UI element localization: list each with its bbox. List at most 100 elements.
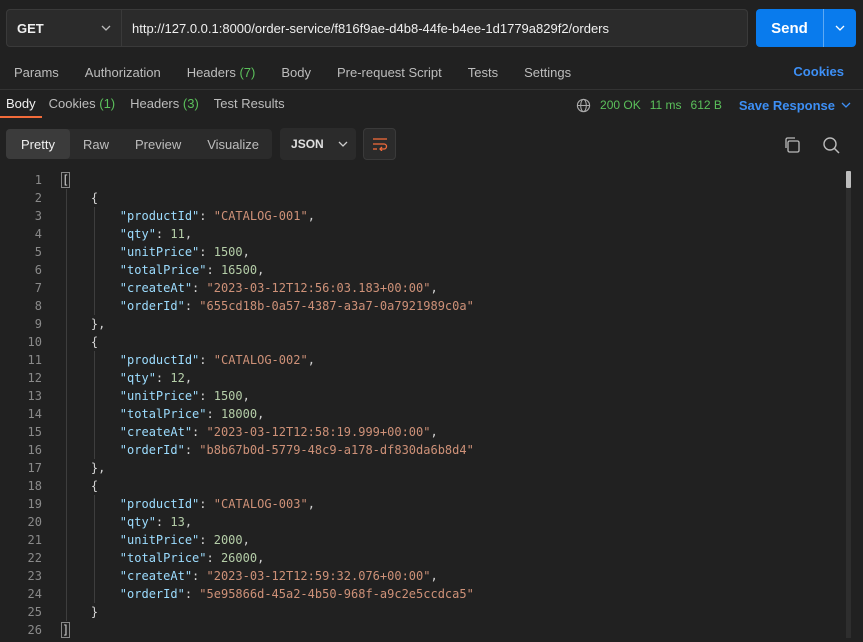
json-colon: :	[155, 227, 171, 241]
code-text: "createAt": "2023-03-12T12:58:19.999+00:…	[62, 423, 438, 441]
json-brace: },	[90, 317, 106, 331]
tab-settings[interactable]: Settings	[510, 65, 583, 80]
json-key: "orderId"	[119, 587, 185, 601]
json-colon: :	[192, 281, 207, 295]
view-pretty-button[interactable]: Pretty	[6, 129, 70, 159]
json-comma: ,	[184, 515, 193, 529]
json-colon: :	[199, 245, 214, 259]
view-preview-button[interactable]: Preview	[122, 129, 194, 159]
search-icon[interactable]	[821, 135, 841, 155]
tab-label: Authorization	[84, 64, 161, 80]
json-key: "unitPrice"	[119, 245, 200, 259]
line-number: 24	[27, 587, 42, 601]
response-time[interactable]: 11 ms	[650, 98, 682, 112]
line-number: 8	[34, 299, 42, 313]
code-line: 6 "totalPrice": 16500,	[0, 261, 840, 279]
line-number: 15	[27, 425, 42, 439]
tab-pre-request-script[interactable]: Pre-request Script	[323, 65, 454, 80]
line-number: 11	[27, 353, 42, 367]
json-comma: ,	[430, 569, 438, 583]
json-colon: :	[199, 389, 214, 403]
line-number: 9	[34, 317, 42, 331]
status-code[interactable]: 200 OK	[600, 98, 641, 112]
json-colon: :	[206, 263, 221, 277]
line-number: 25	[27, 605, 42, 619]
json-colon: :	[184, 299, 200, 313]
line-number: 17	[27, 461, 42, 475]
tab-tests[interactable]: Tests	[454, 65, 510, 80]
code-line: 26]	[0, 621, 840, 639]
json-comma: ,	[307, 209, 315, 223]
code-text: },	[62, 315, 105, 333]
json-number-value: 16500	[220, 263, 258, 277]
json-bracket: [	[60, 172, 71, 188]
response-tab-headers[interactable]: Headers (3)	[123, 92, 207, 118]
copy-icon[interactable]	[782, 135, 802, 155]
json-comma: ,	[257, 263, 265, 277]
json-colon: :	[206, 407, 221, 421]
json-key: "qty"	[119, 515, 156, 529]
code-text: "productId": "CATALOG-002",	[62, 351, 315, 369]
tab-headers[interactable]: Headers (7)	[173, 65, 268, 80]
url-input[interactable]: http://127.0.0.1:8000/order-service/f816…	[122, 9, 748, 47]
json-colon: :	[184, 443, 200, 457]
send-button-group: Send	[756, 9, 856, 47]
line-number: 3	[34, 209, 42, 223]
line-number: 22	[27, 551, 42, 565]
code-text: "totalPrice": 18000,	[62, 405, 265, 423]
code-line: 21 "unitPrice": 2000,	[0, 531, 840, 549]
response-tab-body[interactable]: Body	[0, 92, 42, 118]
line-number: 18	[27, 479, 42, 493]
view-visualize-button[interactable]: Visualize	[194, 129, 272, 159]
request-bar: GET http://127.0.0.1:8000/order-service/…	[6, 9, 856, 47]
json-comma: ,	[184, 227, 193, 241]
json-string-value: CATALOG-003	[220, 497, 301, 511]
format-select[interactable]: JSON	[280, 128, 357, 160]
json-string-value: b8b67b0d-5779-48c9-a178-df830da6b8d4	[206, 443, 467, 457]
send-dropdown-button[interactable]	[824, 9, 856, 47]
json-quote: "	[206, 281, 214, 295]
code-line: 15 "createAt": "2023-03-12T12:58:19.999+…	[0, 423, 840, 441]
code-line: 13 "unitPrice": 1500,	[0, 387, 840, 405]
response-tab-cookies[interactable]: Cookies (1)	[42, 92, 123, 118]
indent-guide	[94, 207, 95, 315]
code-line: 23 "createAt": "2023-03-12T12:59:32.076+…	[0, 567, 840, 585]
json-quote: "	[466, 443, 474, 457]
tab-params[interactable]: Params	[0, 65, 71, 80]
response-body-editor[interactable]: 1[2 {3 "productId": "CATALOG-001", 4 "qty…	[0, 171, 840, 639]
json-colon: :	[206, 551, 221, 565]
scrollbar-thumb[interactable]	[846, 171, 851, 188]
json-key: "unitPrice"	[119, 533, 200, 547]
tab-body[interactable]: Body	[267, 65, 323, 80]
response-size[interactable]: 612 B	[691, 98, 722, 112]
json-string-value: 655cd18b-0a57-4387-a3a7-0a7921989c0a	[206, 299, 467, 313]
line-number: 26	[27, 623, 42, 637]
response-tab-test-results[interactable]: Test Results	[207, 92, 293, 118]
save-response-button[interactable]: Save Response	[739, 98, 851, 113]
line-number: 7	[34, 281, 42, 295]
send-button[interactable]: Send	[756, 9, 823, 47]
json-number-value: 11	[170, 227, 185, 241]
code-line: 25 }	[0, 603, 840, 621]
method-select[interactable]: GET	[6, 9, 122, 47]
line-number: 20	[27, 515, 42, 529]
line-number: 2	[34, 191, 42, 205]
json-quote: "	[213, 497, 221, 511]
json-quote: "	[199, 587, 207, 601]
scrollbar-track[interactable]	[846, 188, 851, 638]
code-text: "qty": 11,	[62, 225, 192, 243]
wrap-lines-button[interactable]	[363, 128, 397, 160]
cookies-link[interactable]: Cookies	[793, 64, 844, 79]
json-key: "orderId"	[119, 299, 185, 313]
globe-icon[interactable]	[576, 98, 591, 113]
tab-label: Body	[6, 96, 36, 111]
json-quote: "	[300, 353, 308, 367]
code-line: 9 },	[0, 315, 840, 333]
view-raw-button[interactable]: Raw	[70, 129, 122, 159]
json-brace: },	[90, 461, 106, 475]
tab-count: (7)	[239, 64, 256, 80]
json-comma: ,	[242, 245, 250, 259]
json-brace: }	[90, 605, 99, 619]
tab-authorization[interactable]: Authorization	[71, 65, 173, 80]
json-brace: {	[90, 191, 99, 205]
